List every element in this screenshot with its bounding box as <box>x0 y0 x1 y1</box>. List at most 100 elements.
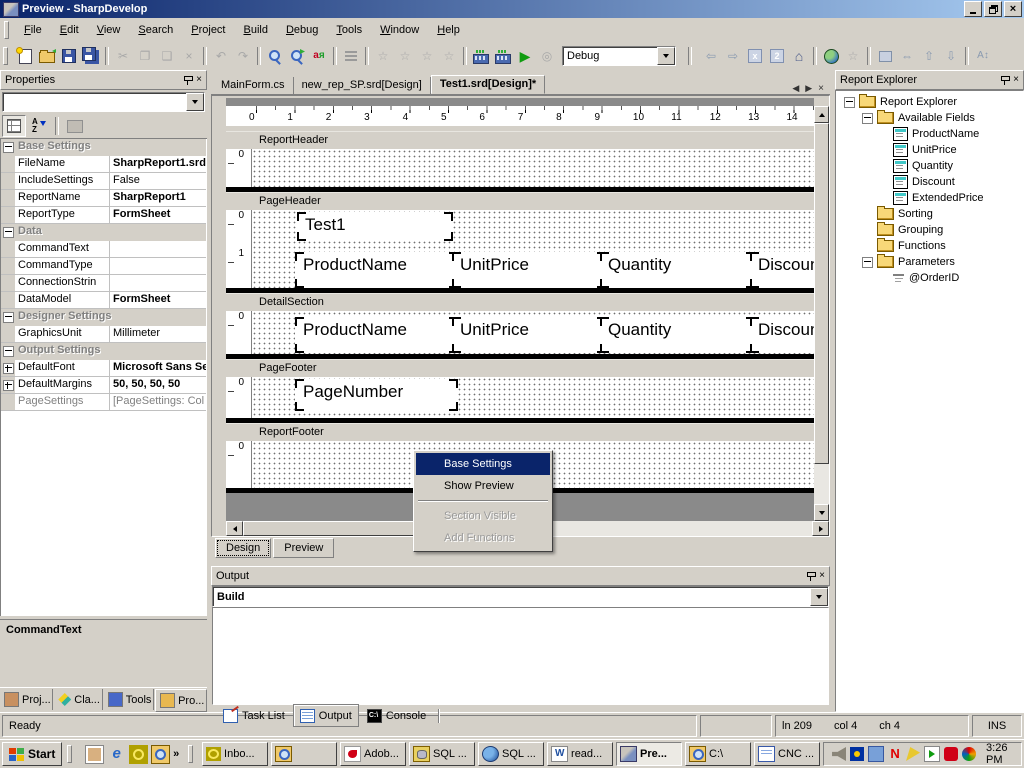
tree-node-extendedprice[interactable]: ExtendedPrice <box>836 190 1023 206</box>
search-in-files-button[interactable] <box>286 45 308 67</box>
property-row[interactable]: DataModelFormSheet <box>1 292 206 309</box>
report-field-discount[interactable]: Discount <box>750 317 814 353</box>
tree-node-productname[interactable]: ProductName <box>836 126 1023 142</box>
menu-item[interactable]: Help <box>428 21 469 39</box>
tab-preview[interactable]: Preview <box>273 538 334 558</box>
tree-node-sorting[interactable]: Sorting <box>836 206 1023 222</box>
pageheader-content[interactable]: Test1 ProductName UnitPrice Quantity Dis… <box>252 210 814 288</box>
taskbar-button-preview[interactable]: Pre... <box>616 742 682 766</box>
tab-new-rep-sp[interactable]: new_rep_SP.srd[Design] <box>294 77 431 94</box>
pagefooter-content[interactable]: PageNumber <box>252 377 814 418</box>
property-pages-button[interactable] <box>64 116 86 136</box>
menu-item[interactable]: View <box>88 21 130 39</box>
close-icon[interactable]: × <box>819 571 825 581</box>
pin-icon[interactable] <box>806 571 815 582</box>
copy-button[interactable]: ❐ <box>134 45 156 67</box>
property-row[interactable]: DefaultMargins50, 50, 50, 50 <box>1 377 206 394</box>
tree-node-quantity[interactable]: Quantity <box>836 158 1023 174</box>
section-header-reportheader[interactable]: ReportHeader <box>226 131 814 149</box>
report-field-quantity[interactable]: Quantity <box>600 252 755 288</box>
output-category-combo[interactable]: Build <box>212 586 829 607</box>
taskbar-grip[interactable] <box>67 745 72 763</box>
combo-dropdown-button[interactable] <box>186 93 204 111</box>
menu-item[interactable]: File <box>15 21 51 39</box>
collapse-icon[interactable] <box>844 97 855 108</box>
run-button[interactable]: ▶ <box>514 45 536 67</box>
tab-projects[interactable]: Proj... <box>0 689 53 710</box>
tree-node-unitprice[interactable]: UnitPrice <box>836 142 1023 158</box>
cut-button[interactable]: ✂ <box>112 45 134 67</box>
display-settings-icon[interactable] <box>962 747 976 761</box>
favorites-button[interactable]: ☆ <box>842 45 864 67</box>
redo-button[interactable]: ↷ <box>232 45 254 67</box>
categorized-button[interactable] <box>2 115 26 137</box>
close-icon[interactable]: × <box>1013 75 1019 85</box>
delete-button[interactable]: × <box>178 45 200 67</box>
pen-icon[interactable] <box>906 747 920 761</box>
report-field-discount[interactable]: Discount <box>750 252 814 288</box>
collapse-icon[interactable] <box>3 227 14 238</box>
replace-button[interactable]: aя <box>308 45 330 67</box>
menu-grip[interactable] <box>4 21 9 39</box>
property-row[interactable]: DefaultFontMicrosoft Sans Ser <box>1 360 206 377</box>
outlook-icon[interactable] <box>129 745 148 764</box>
clear-bookmarks-button[interactable]: ☆ <box>438 45 460 67</box>
menu-item[interactable]: Debug <box>277 21 327 39</box>
show-desktop-icon[interactable] <box>85 745 104 764</box>
taskbar-button-folder[interactable] <box>271 742 337 766</box>
property-row[interactable]: CommandType <box>1 258 206 275</box>
fullscreen-button[interactable] <box>874 45 896 67</box>
property-category[interactable]: Base Settings <box>1 139 206 156</box>
menu-item[interactable]: Edit <box>51 21 88 39</box>
restore-button[interactable] <box>984 1 1002 17</box>
scroll-tabs-right-icon[interactable]: ▶ <box>805 83 812 94</box>
object-selector-combo[interactable] <box>2 92 205 112</box>
pin-icon[interactable] <box>1000 75 1009 86</box>
output-text-area[interactable] <box>212 607 829 705</box>
scroll-up-button[interactable] <box>814 106 829 123</box>
open-file-button[interactable] <box>36 45 58 67</box>
scroll-left-button[interactable] <box>226 521 243 536</box>
collapse-icon[interactable] <box>3 312 14 323</box>
tab-classes[interactable]: Cla... <box>54 689 102 710</box>
move-up-button[interactable]: ⇧ <box>918 45 940 67</box>
minimize-button[interactable] <box>964 1 982 17</box>
menu-item-base-settings[interactable]: Base Settings <box>416 453 550 475</box>
report-field-quantity[interactable]: Quantity <box>600 317 755 353</box>
taskbar-button-cdrive[interactable]: C:\ <box>685 742 751 766</box>
debug-target-combo[interactable]: Debug <box>562 46 676 66</box>
tree-node-grouping[interactable]: Grouping <box>836 222 1023 238</box>
tree-node-parameters[interactable]: Parameters <box>836 254 1023 270</box>
tab-mainform[interactable]: MainForm.cs <box>213 77 294 94</box>
report-field-unitprice[interactable]: UnitPrice <box>452 317 606 353</box>
collapse-icon[interactable] <box>3 346 14 357</box>
taskbar-grip[interactable] <box>188 745 193 763</box>
reportheader-content[interactable] <box>252 149 814 187</box>
taskbar-button-inbox[interactable]: Inbo... <box>202 742 268 766</box>
tree-node-discount[interactable]: Discount <box>836 174 1023 190</box>
report-field-productname[interactable]: ProductName <box>295 252 458 288</box>
netware-icon[interactable]: N <box>888 747 902 761</box>
report-field-pagenumber[interactable]: PageNumber <box>295 379 458 411</box>
menu-item-show-preview[interactable]: Show Preview <box>416 475 550 497</box>
menu-item[interactable]: Window <box>371 21 428 39</box>
alphabetical-button[interactable] <box>28 116 50 136</box>
next-bookmark-button[interactable]: ☆ <box>416 45 438 67</box>
home-button[interactable]: ⌂ <box>788 45 810 67</box>
section-header-detailsection[interactable]: DetailSection <box>226 293 814 311</box>
nav-forward-button[interactable]: ⇨ <box>722 45 744 67</box>
volume-icon[interactable] <box>832 747 846 761</box>
taskbar-button-sql2[interactable]: SQL ... <box>478 742 544 766</box>
report-field-unitprice[interactable]: UnitPrice <box>452 252 606 288</box>
internet-explorer-icon[interactable]: e <box>107 745 126 764</box>
close-document-icon[interactable]: × <box>818 84 824 94</box>
close-icon[interactable]: × <box>196 75 202 85</box>
expand-icon[interactable] <box>3 363 14 374</box>
refresh-button[interactable]: 2 <box>766 45 788 67</box>
scroll-right-button[interactable] <box>812 521 829 536</box>
save-button[interactable] <box>58 45 80 67</box>
detailsection-content[interactable]: ProductName UnitPrice Quantity Discount <box>252 311 814 354</box>
new-file-button[interactable] <box>14 45 36 67</box>
paste-button[interactable]: ❑ <box>156 45 178 67</box>
section-header-pagefooter[interactable]: PageFooter <box>226 359 814 377</box>
